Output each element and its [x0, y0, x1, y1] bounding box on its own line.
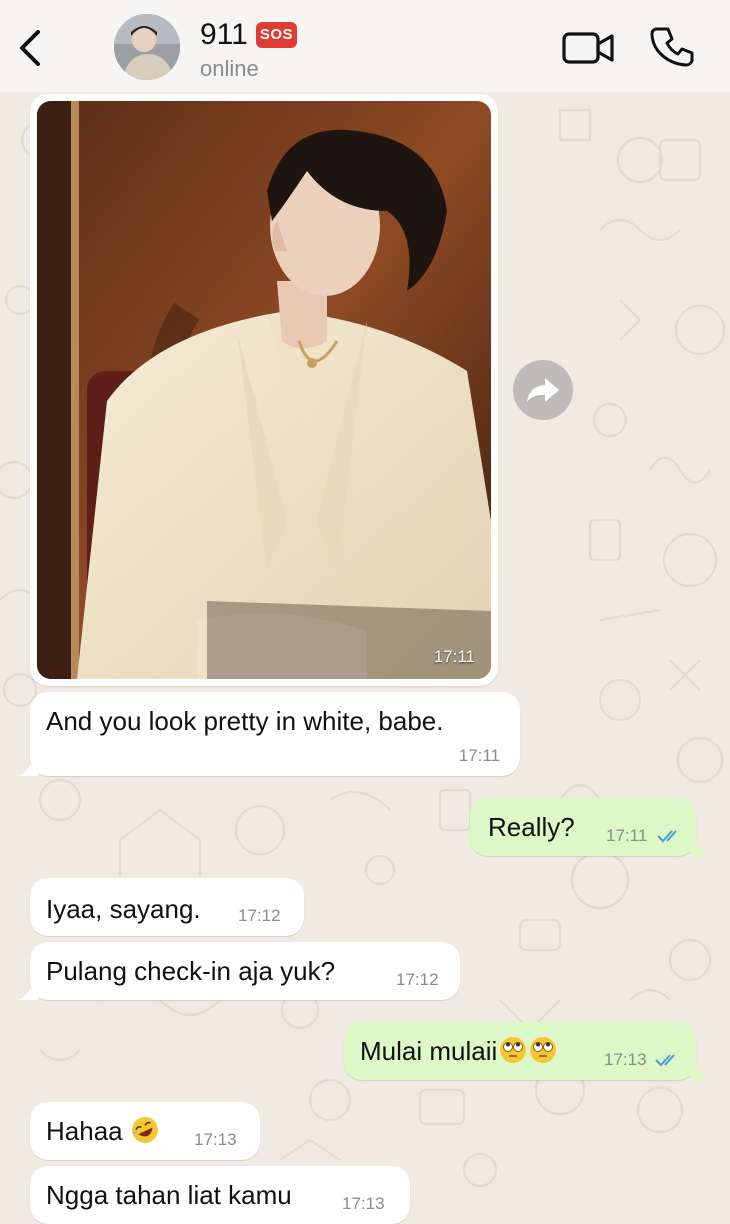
message-time: 17:11: [458, 746, 500, 765]
bubble-tail: [18, 980, 38, 1000]
rofl-emoji-icon: [131, 1117, 158, 1143]
photo-image: [37, 101, 491, 679]
message-text: And you look pretty in white, babe.: [46, 706, 444, 736]
message-time: 17:12: [396, 970, 439, 989]
avatar-image: [114, 14, 180, 80]
chevron-left-icon: [20, 30, 40, 66]
message-bubble-incoming[interactable]: Hahaa 17:13: [30, 1102, 260, 1160]
forward-icon: [527, 378, 559, 402]
message-text-content: Mulai mulaii: [360, 1036, 498, 1066]
video-camera-icon: [562, 32, 614, 64]
bubble-tail: [18, 756, 38, 776]
video-call-button[interactable]: [560, 28, 616, 68]
message-bubble-incoming[interactable]: Ngga tahan liat kamu 17:13: [30, 1166, 410, 1224]
message-time: 17:11: [606, 826, 648, 845]
sos-badge: SOS: [255, 22, 298, 48]
contact-name[interactable]: 911 SOS: [200, 18, 298, 52]
contact-name-text: 911: [200, 18, 248, 51]
double-check-icon: [657, 830, 677, 843]
back-button[interactable]: [14, 26, 48, 70]
message-time: 17:13: [604, 1050, 647, 1069]
message-text: Really?: [488, 812, 575, 842]
chat-header: 911 SOS online: [0, 0, 730, 92]
message-time: 17:12: [238, 906, 281, 925]
forward-button[interactable]: [513, 360, 573, 420]
image-message[interactable]: 17:11: [30, 94, 498, 686]
message-text: Iyaa, sayang.: [46, 894, 201, 924]
message-time: 17:13: [194, 1130, 237, 1149]
message-time: 17:11: [433, 647, 475, 666]
rolling-eyes-emoji-icon: [500, 1037, 527, 1063]
message-text: Mulai mulaii: [360, 1036, 557, 1067]
double-check-icon: [655, 1054, 675, 1067]
voice-call-button[interactable]: [650, 24, 696, 70]
bubble-tail: [690, 836, 710, 856]
message-bubble-incoming[interactable]: Iyaa, sayang. 17:12: [30, 878, 304, 936]
bubble-tail: [690, 1060, 710, 1080]
message-text: Ngga tahan liat kamu: [46, 1180, 292, 1210]
contact-status: online: [200, 56, 259, 81]
message-time: 17:13: [342, 1194, 385, 1213]
avatar[interactable]: [114, 14, 180, 80]
message-bubble-outgoing[interactable]: Really? 17:11: [470, 798, 696, 856]
message-bubble-incoming[interactable]: And you look pretty in white, babe. 17:1…: [30, 692, 520, 776]
message-text-content: Hahaa: [46, 1116, 123, 1146]
message-bubble-outgoing[interactable]: Mulai mulaii 17:13: [344, 1022, 696, 1080]
photo[interactable]: 17:11: [37, 101, 491, 679]
message-text: Pulang check-in aja yuk?: [46, 956, 336, 986]
rolling-eyes-emoji-icon: [530, 1037, 557, 1063]
message-bubble-incoming[interactable]: Pulang check-in aja yuk? 17:12: [30, 942, 460, 1000]
message-text: Hahaa: [46, 1116, 159, 1147]
phone-icon: [650, 27, 694, 67]
